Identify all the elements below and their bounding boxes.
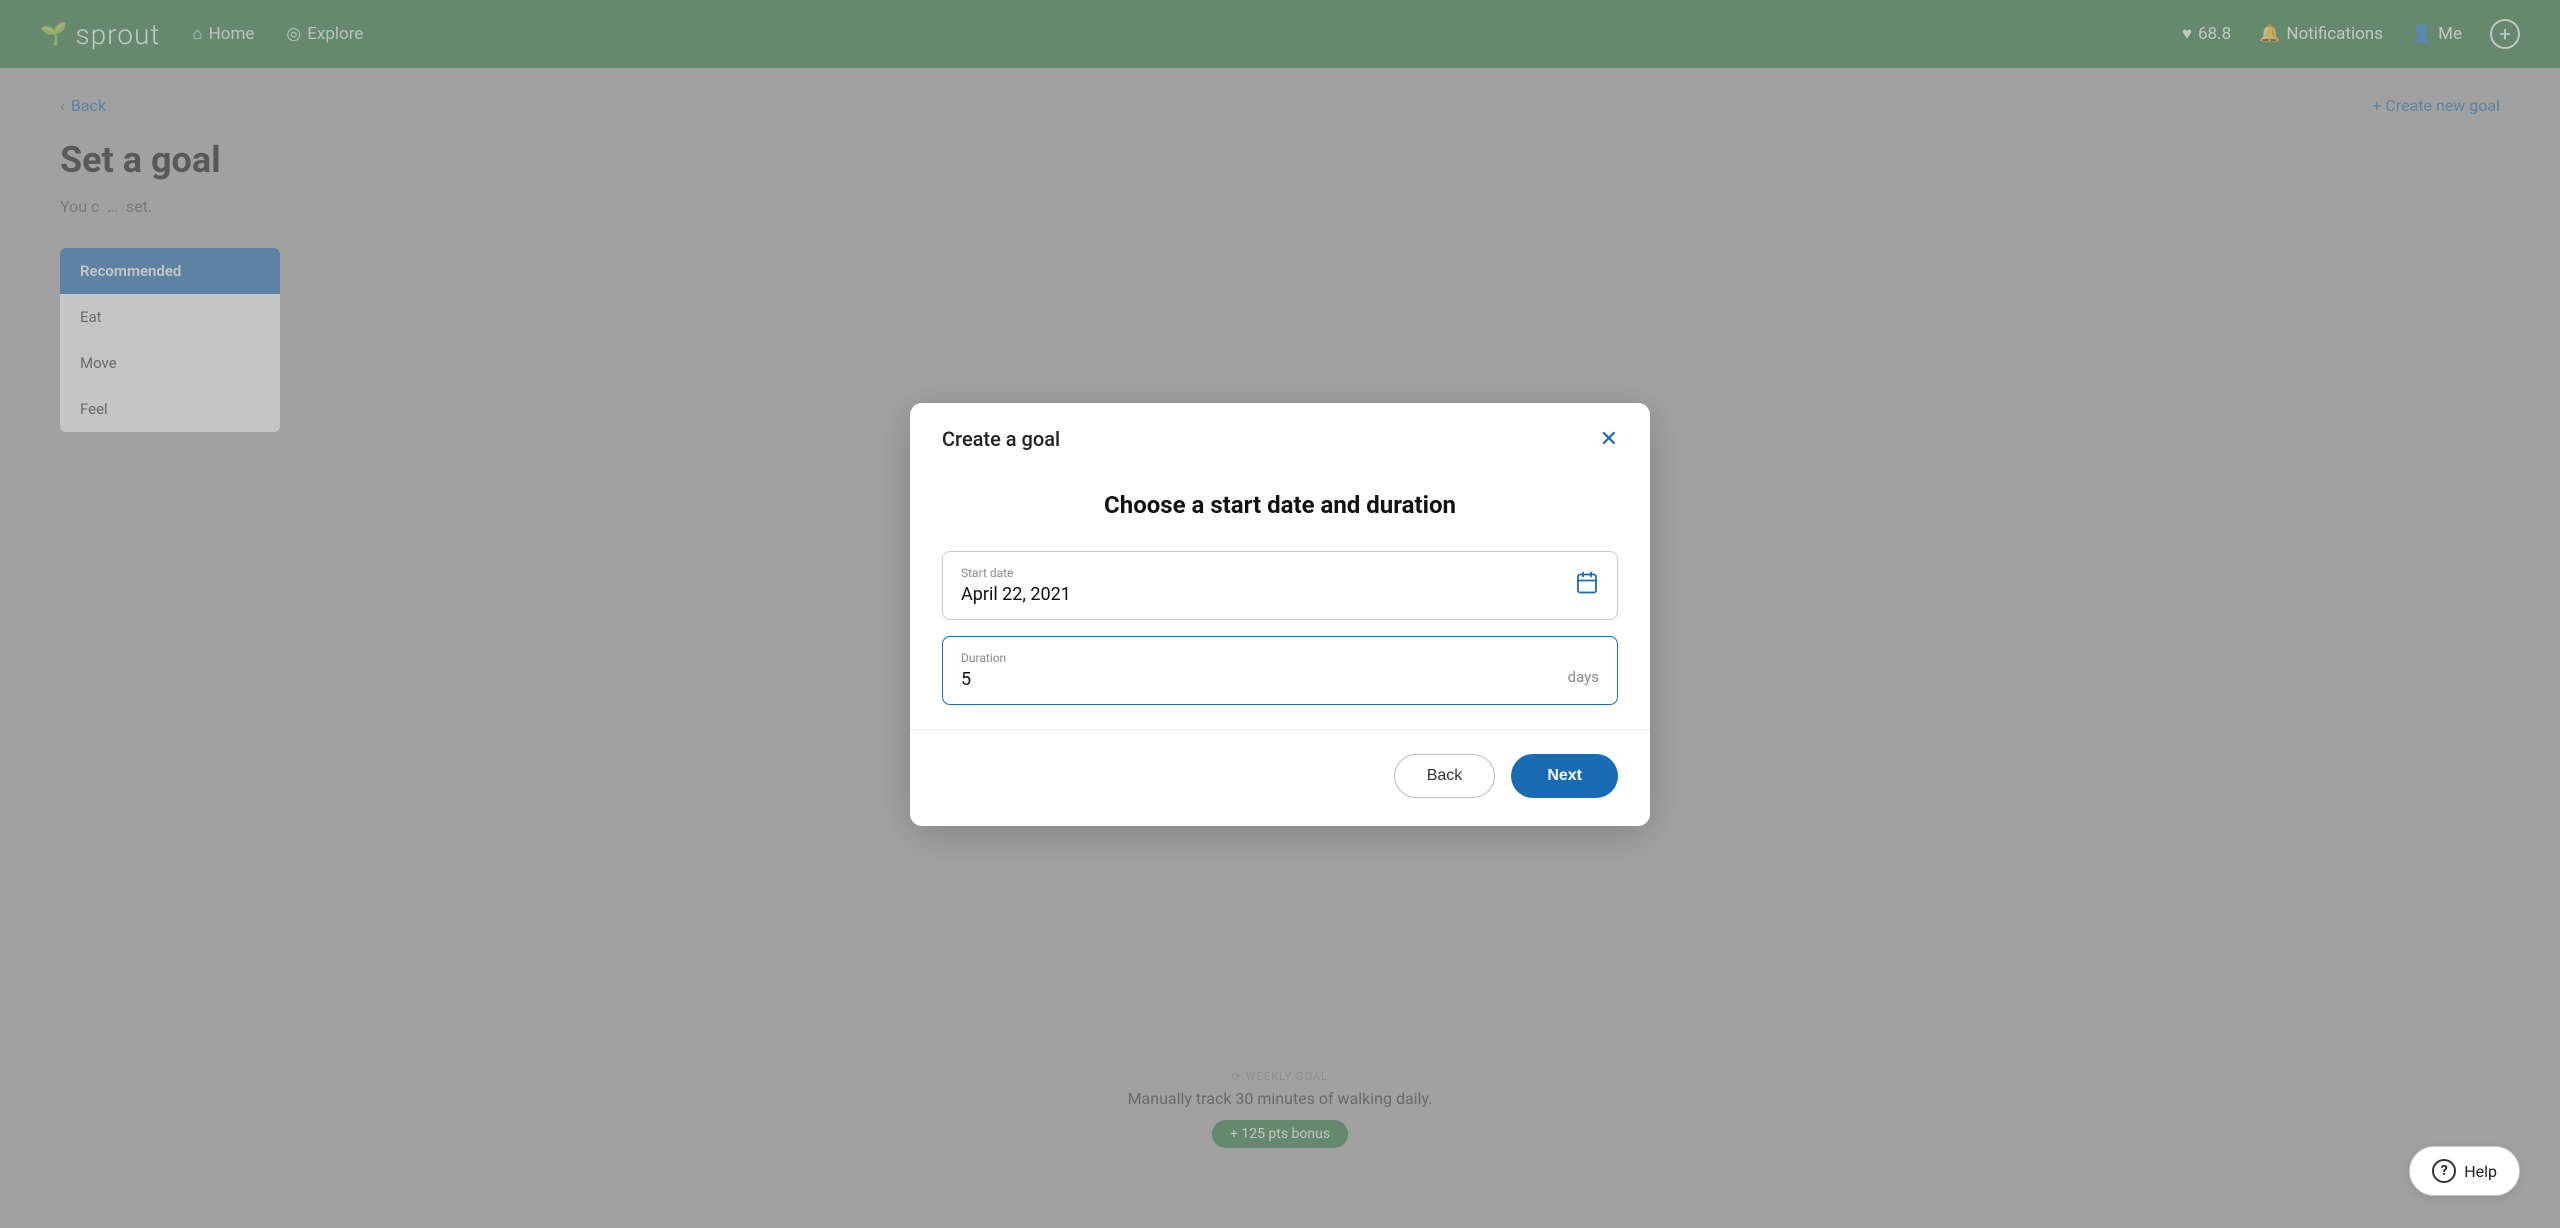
help-button[interactable]: ? Help [2409, 1146, 2520, 1196]
modal-body: Choose a start date and duration Start d… [910, 471, 1650, 705]
duration-field[interactable]: Duration 5 days [942, 636, 1618, 705]
calendar-icon [1575, 571, 1599, 600]
modal-overlay: Create a goal ✕ Choose a start date and … [0, 0, 2560, 1228]
start-date-value: April 22, 2021 [961, 584, 1599, 605]
modal-footer: Back Next [910, 729, 1650, 826]
help-circle-icon: ? [2432, 1159, 2456, 1183]
create-goal-modal: Create a goal ✕ Choose a start date and … [910, 403, 1650, 826]
modal-close-button[interactable]: ✕ [1600, 428, 1618, 450]
start-date-label: Start date [961, 566, 1599, 580]
duration-value: 5 [961, 669, 1599, 690]
modal-header: Create a goal ✕ [910, 403, 1650, 471]
next-button[interactable]: Next [1511, 754, 1618, 798]
modal-title: Create a goal [942, 427, 1060, 451]
duration-label: Duration [961, 651, 1599, 665]
start-date-field[interactable]: Start date April 22, 2021 [942, 551, 1618, 620]
back-button[interactable]: Back [1394, 754, 1496, 798]
duration-suffix: days [1568, 668, 1599, 686]
modal-heading: Choose a start date and duration [942, 491, 1618, 519]
